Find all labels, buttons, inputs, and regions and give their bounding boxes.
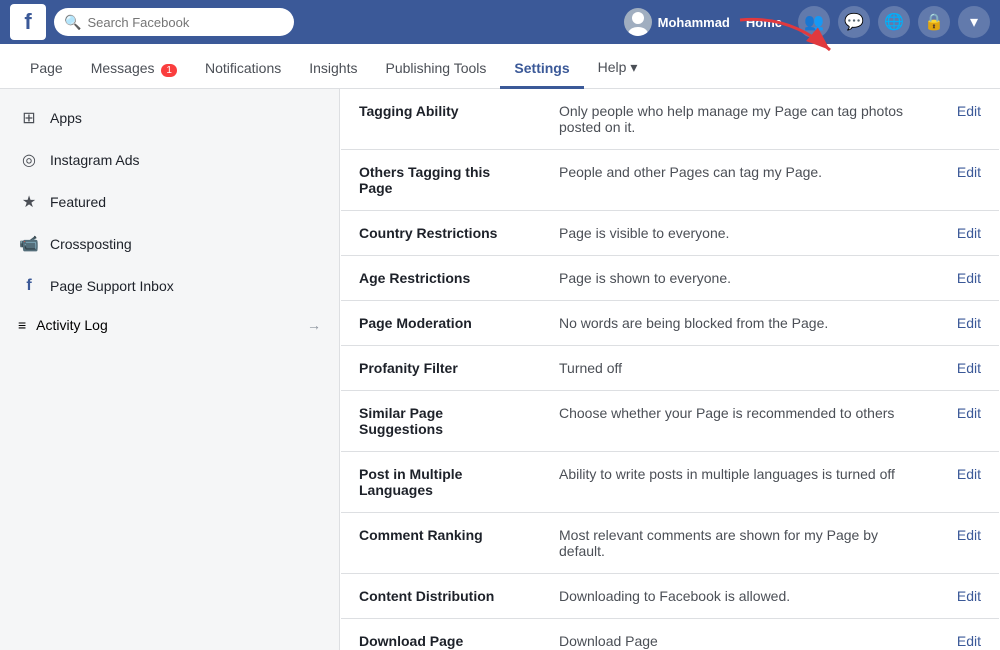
tab-page[interactable]: Page xyxy=(16,50,77,89)
setting-name: Age Restrictions xyxy=(341,256,541,301)
tab-messages[interactable]: Messages 1 xyxy=(77,50,191,89)
table-row: Similar Page Suggestions Choose whether … xyxy=(341,391,999,452)
setting-value: Choose whether your Page is recommended … xyxy=(541,391,939,452)
setting-name: Comment Ranking xyxy=(341,513,541,574)
sidebar-item-crossposting[interactable]: 📹 Crossposting xyxy=(0,223,339,265)
sidebar-label-apps: Apps xyxy=(50,110,82,126)
table-row: Post in Multiple Languages Ability to wr… xyxy=(341,452,999,513)
edit-link[interactable]: Edit xyxy=(957,164,981,180)
edit-link[interactable]: Edit xyxy=(957,225,981,241)
edit-link[interactable]: Edit xyxy=(957,315,981,331)
setting-value: Only people who help manage my Page can … xyxy=(541,89,939,150)
sidebar-label-page-support: Page Support Inbox xyxy=(50,278,174,294)
edit-link[interactable]: Edit xyxy=(957,270,981,286)
star-icon: ★ xyxy=(18,191,40,213)
nav-right: Mohammad Home 👥 💬 🌐 🔒 ▾ xyxy=(624,6,990,38)
setting-name: Others Tagging this Page xyxy=(341,150,541,211)
sidebar-item-apps[interactable]: ⊞ Apps xyxy=(0,97,339,139)
setting-name: Tagging Ability xyxy=(341,89,541,150)
setting-name: Page Moderation xyxy=(341,301,541,346)
table-row: Age Restrictions Page is shown to everyo… xyxy=(341,256,999,301)
table-row: Profanity Filter Turned off Edit xyxy=(341,346,999,391)
sidebar: ⊞ Apps ◎ Instagram Ads ★ Featured 📹 Cros… xyxy=(0,89,340,650)
tab-settings[interactable]: Settings xyxy=(500,50,583,89)
edit-link[interactable]: Edit xyxy=(957,103,981,119)
table-row: Country Restrictions Page is visible to … xyxy=(341,211,999,256)
video-icon: 📹 xyxy=(18,233,40,255)
user-profile[interactable]: Mohammad xyxy=(624,8,730,36)
sidebar-item-page-support[interactable]: f Page Support Inbox xyxy=(0,265,339,307)
setting-name: Profanity Filter xyxy=(341,346,541,391)
edit-link[interactable]: Edit xyxy=(957,360,981,376)
setting-value: Most relevant comments are shown for my … xyxy=(541,513,939,574)
search-bar[interactable]: 🔍 xyxy=(54,8,294,36)
globe-icon[interactable]: 🌐 xyxy=(878,6,910,38)
page-nav: Page Messages 1 Notifications Insights P… xyxy=(0,44,1000,89)
table-row: Others Tagging this Page People and othe… xyxy=(341,150,999,211)
sidebar-item-activity-log[interactable]: ≡ Activity Log → xyxy=(0,307,339,343)
sidebar-label-instagram: Instagram Ads xyxy=(50,152,140,168)
tab-notifications[interactable]: Notifications xyxy=(191,50,295,89)
setting-value: Page is visible to everyone. xyxy=(541,211,939,256)
table-row: Download Page Download Page Edit xyxy=(341,619,999,650)
edit-link[interactable]: Edit xyxy=(957,588,981,604)
dropdown-icon[interactable]: ▾ xyxy=(958,6,990,38)
sidebar-label-activity-log: Activity Log xyxy=(36,317,108,333)
tab-help[interactable]: Help ▾ xyxy=(584,49,652,89)
setting-value: People and other Pages can tag my Page. xyxy=(541,150,939,211)
setting-value: Download Page xyxy=(541,619,939,650)
edit-link[interactable]: Edit xyxy=(957,633,981,649)
setting-name: Content Distribution xyxy=(341,574,541,619)
settings-table: Tagging Ability Only people who help man… xyxy=(340,89,1000,650)
setting-value: Ability to write posts in multiple langu… xyxy=(541,452,939,513)
table-row: Content Distribution Downloading to Face… xyxy=(341,574,999,619)
messages-badge: 1 xyxy=(161,64,177,77)
facebook-logo: f xyxy=(10,4,46,40)
list-icon: ≡ xyxy=(18,317,26,333)
messages-icon[interactable]: 💬 xyxy=(838,6,870,38)
edit-link[interactable]: Edit xyxy=(957,527,981,543)
edit-link[interactable]: Edit xyxy=(957,405,981,421)
sidebar-label-featured: Featured xyxy=(50,194,106,210)
setting-name: Post in Multiple Languages xyxy=(341,452,541,513)
avatar xyxy=(624,8,652,36)
setting-name: Similar Page Suggestions xyxy=(341,391,541,452)
home-nav-button[interactable]: Home xyxy=(738,11,790,34)
tab-publishing-tools[interactable]: Publishing Tools xyxy=(371,50,500,89)
table-row: Page Moderation No words are being block… xyxy=(341,301,999,346)
search-icon: 🔍 xyxy=(64,14,81,31)
setting-value: Page is shown to everyone. xyxy=(541,256,939,301)
sidebar-label-crossposting: Crossposting xyxy=(50,236,132,252)
activity-log-arrow-icon: → xyxy=(307,317,321,333)
facebook-small-icon: f xyxy=(18,275,40,297)
content-area: Tagging Ability Only people who help man… xyxy=(340,89,1000,650)
setting-name: Country Restrictions xyxy=(341,211,541,256)
apps-icon: ⊞ xyxy=(18,107,40,129)
instagram-icon: ◎ xyxy=(18,149,40,171)
setting-value: Turned off xyxy=(541,346,939,391)
lock-icon[interactable]: 🔒 xyxy=(918,6,950,38)
main-layout: ⊞ Apps ◎ Instagram Ads ★ Featured 📹 Cros… xyxy=(0,89,1000,650)
user-name: Mohammad xyxy=(658,15,730,30)
setting-name: Download Page xyxy=(341,619,541,650)
sidebar-item-instagram[interactable]: ◎ Instagram Ads xyxy=(0,139,339,181)
table-row: Comment Ranking Most relevant comments a… xyxy=(341,513,999,574)
table-row: Tagging Ability Only people who help man… xyxy=(341,89,999,150)
tab-insights[interactable]: Insights xyxy=(295,50,371,89)
search-input[interactable] xyxy=(87,15,267,30)
setting-value: No words are being blocked from the Page… xyxy=(541,301,939,346)
edit-link[interactable]: Edit xyxy=(957,466,981,482)
friends-icon[interactable]: 👥 xyxy=(798,6,830,38)
sidebar-item-featured[interactable]: ★ Featured xyxy=(0,181,339,223)
setting-value: Downloading to Facebook is allowed. xyxy=(541,574,939,619)
top-nav: f 🔍 Mohammad Home 👥 💬 🌐 🔒 ▾ xyxy=(0,0,1000,44)
